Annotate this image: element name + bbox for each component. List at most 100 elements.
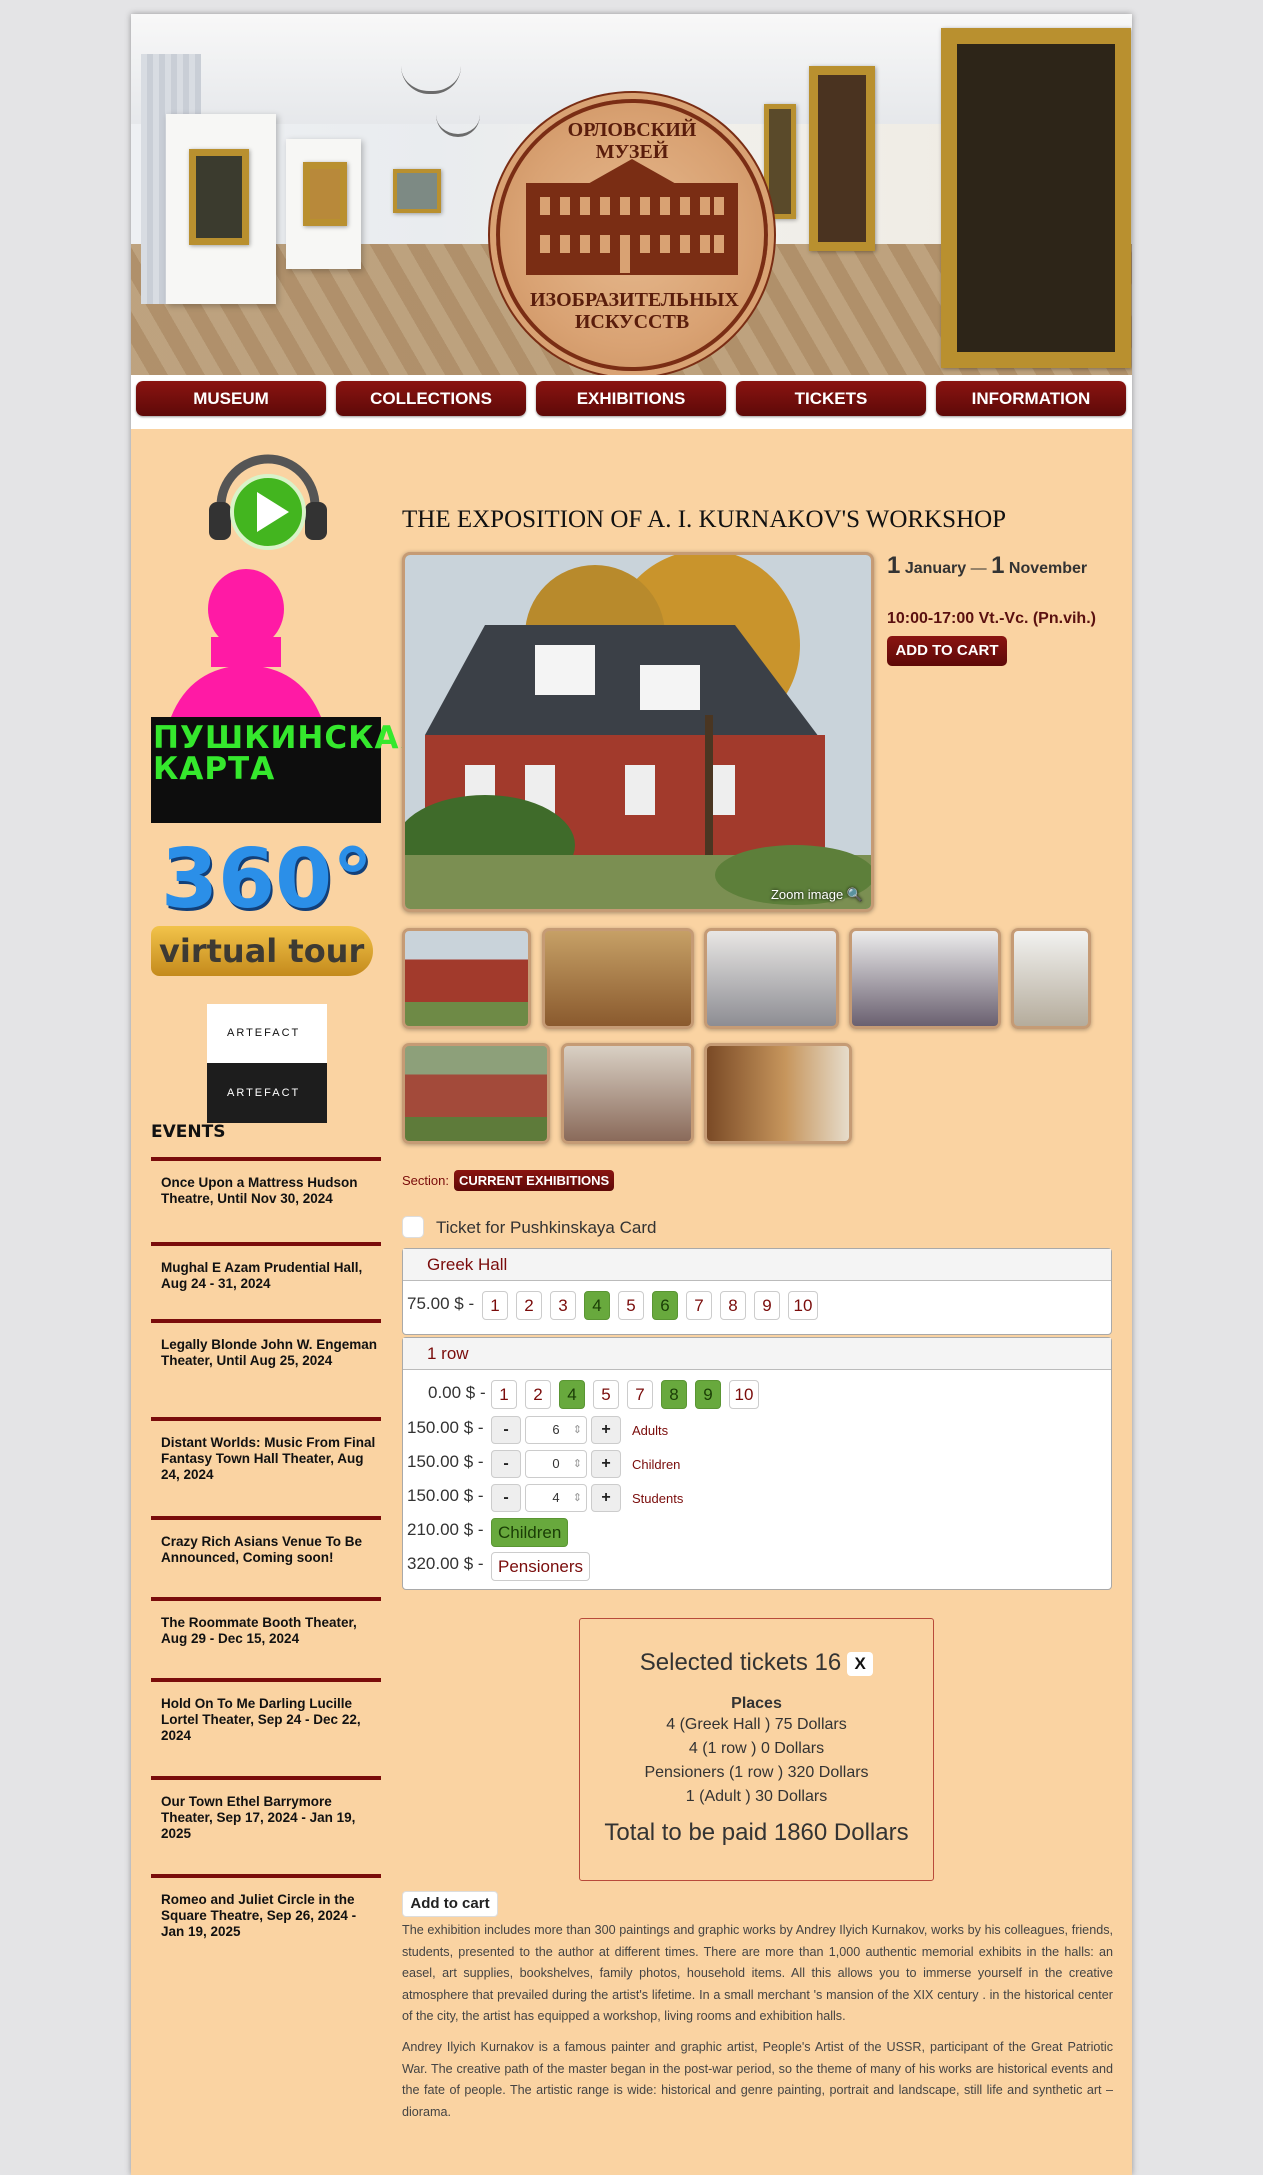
virtual-tour-banner[interactable]: 360° virtual tour (151, 832, 383, 986)
section-label: Section: (402, 1173, 449, 1188)
tour-label: virtual tour (159, 932, 365, 970)
event-text: Crazy Rich Asians Venue To Be Announced,… (161, 1534, 363, 1565)
seat-button[interactable]: 9 (754, 1291, 780, 1320)
pensioners-ticket-button[interactable]: Pensioners (491, 1552, 591, 1581)
logo-building-icon (526, 159, 738, 275)
event-item[interactable]: Legally Blonde John W. Engeman Theater, … (151, 1319, 381, 1369)
summary-places-label: Places (731, 1695, 782, 1712)
thumbnail[interactable] (402, 1043, 550, 1144)
date-separator: — (970, 560, 987, 577)
events-title: EVENTS (151, 1122, 226, 1142)
add-to-cart-bottom-button[interactable]: Add to cart (402, 1891, 498, 1917)
event-text: Hold On To Me Darling Lucille Lortel The… (161, 1696, 361, 1743)
adults-quantity-input[interactable]: 6 (525, 1416, 587, 1444)
event-item[interactable]: Romeo and Juliet Circle in the Square Th… (151, 1874, 381, 1940)
audio-guide-button[interactable] (203, 446, 333, 554)
seat-button[interactable]: 5 (593, 1380, 619, 1409)
artefact-text-1: ARTEFACT (227, 1027, 301, 1039)
summary-close-button[interactable]: X (847, 1651, 874, 1676)
seat-button[interactable]: 1 (491, 1380, 517, 1409)
adults-minus-button[interactable]: - (491, 1416, 521, 1444)
event-item[interactable]: Hold On To Me Darling Lucille Lortel The… (151, 1678, 381, 1744)
event-text: The Roommate Booth Theater, Aug 29 - Dec… (161, 1615, 357, 1646)
artefact-banner[interactable]: ARTEFACT ARTEFACT (207, 1004, 327, 1123)
artefact-text-2: ARTEFACT (227, 1087, 301, 1099)
chandelier-icon (436, 109, 480, 137)
main-image[interactable]: Zoom image 🔍 (402, 552, 874, 912)
summary-line: Pensioners (1 row ) 320 Dollars (644, 1764, 869, 1781)
children-minus-button[interactable]: - (491, 1450, 521, 1478)
seat-button[interactable]: 10 (788, 1291, 818, 1320)
seat-button[interactable]: 8 (720, 1291, 746, 1320)
row1-price: 0.00 $ - (428, 1383, 486, 1402)
description-paragraph: The exhibition includes more than 300 pa… (402, 1923, 1113, 2023)
pushkin-card-banner[interactable]: ПУШКИНСКАЯ КАРТА (151, 567, 425, 823)
exhibition-title: THE EXPOSITION OF A. I. KURNAKOV'S WORKS… (402, 506, 1007, 533)
children-plus-button[interactable]: + (591, 1450, 621, 1478)
thumbnail[interactable] (542, 928, 694, 1029)
children-ticket-button[interactable]: Children (491, 1518, 569, 1547)
summary-line: 4 (1 row ) 0 Dollars (688, 1740, 825, 1757)
seat-button[interactable]: 8 (661, 1380, 687, 1409)
seat-button[interactable]: 4 (559, 1380, 585, 1409)
nav-information[interactable]: INFORMATION (936, 381, 1126, 416)
thumbnail[interactable] (704, 1043, 852, 1144)
students-label: Students (632, 1491, 684, 1506)
row1-panel: 1 row 0.00 $ - 1 2 4 5 7 8 9 10 150.00 $ - - 6 … (402, 1337, 1112, 1590)
event-item[interactable]: Distant Worlds: Music From Final Fantasy… (151, 1417, 381, 1483)
event-text: Our Town Ethel Barrymore Theater, Sep 17… (161, 1794, 356, 1841)
event-item[interactable]: Once Upon a Mattress Hudson Theatre, Unt… (151, 1157, 381, 1207)
tour-360-text: 360° (161, 832, 374, 927)
nav-exhibitions[interactable]: EXHIBITIONS (536, 381, 726, 416)
seat-button[interactable]: 9 (695, 1380, 721, 1409)
seat-button[interactable]: 2 (516, 1291, 542, 1320)
pushkin-ticket-checkbox[interactable] (402, 1216, 424, 1238)
zoom-image-link[interactable]: Zoom image 🔍 (771, 887, 863, 903)
students-minus-button[interactable]: - (491, 1484, 521, 1512)
children-quantity-input[interactable]: 0 (525, 1450, 587, 1478)
thumbnail[interactable] (402, 928, 531, 1029)
thumbnail[interactable] (1011, 928, 1091, 1029)
seat-button[interactable]: 10 (729, 1380, 759, 1409)
magnifier-icon: 🔍 (846, 887, 863, 902)
painting-portrait-tall (809, 66, 875, 251)
event-item[interactable]: The Roommate Booth Theater, Aug 29 - Dec… (151, 1597, 381, 1647)
students-quantity-input[interactable]: 4 (525, 1484, 587, 1512)
children-ticket-price: 210.00 $ - (407, 1520, 484, 1539)
nav-museum[interactable]: MUSEUM (136, 381, 326, 416)
date-month-end: November (1008, 560, 1088, 577)
event-item[interactable]: Mughal E Azam Prudential Hall, Aug 24 - … (151, 1242, 381, 1292)
seat-button[interactable]: 2 (525, 1380, 551, 1409)
event-item[interactable]: Our Town Ethel Barrymore Theater, Sep 17… (151, 1776, 381, 1842)
children-label: Children (632, 1457, 681, 1472)
seat-button[interactable]: 6 (652, 1291, 678, 1320)
header-banner: ОРЛОВСКИЙ МУЗЕЙ ИЗОБРАЗИТЕЛЬНЫХ ИСКУССТВ (131, 14, 1132, 375)
logo-title-top: ОРЛОВСКИЙ МУЗЕЙ (567, 119, 697, 163)
seat-button[interactable]: 5 (618, 1291, 644, 1320)
seat-button[interactable]: 1 (482, 1291, 508, 1320)
nav-collections[interactable]: COLLECTIONS (336, 381, 526, 416)
event-item[interactable]: Crazy Rich Asians Venue To Be Announced,… (151, 1516, 381, 1566)
thumbnail[interactable] (704, 928, 839, 1029)
painting-small (764, 104, 796, 219)
add-to-cart-button[interactable]: ADD TO CART (887, 636, 1007, 666)
seat-button[interactable]: 3 (550, 1291, 576, 1320)
thumbnail[interactable] (561, 1043, 694, 1144)
seat-button[interactable]: 7 (686, 1291, 712, 1320)
children-price: 150.00 $ - (407, 1452, 484, 1471)
row1-title: 1 row (403, 1338, 1111, 1370)
thumbnail[interactable] (849, 928, 1001, 1029)
summary-line: 4 (Greek Hall ) 75 Dollars (666, 1716, 847, 1733)
adults-plus-button[interactable]: + (591, 1416, 621, 1444)
event-text: Once Upon a Mattress Hudson Theatre, Unt… (161, 1175, 358, 1206)
seat-button[interactable]: 4 (584, 1291, 610, 1320)
section-current-exhibitions[interactable]: CURRENT EXHIBITIONS (454, 1170, 615, 1191)
zoom-label: Zoom image (770, 887, 844, 902)
pushkin-card-text: ПУШКИНСКАЯ КАРТА (153, 720, 425, 787)
description-paragraph: Andrey Ilyich Kurnakov is a famous paint… (402, 2040, 1113, 2119)
nav-tickets[interactable]: TICKETS (736, 381, 926, 416)
students-plus-button[interactable]: + (591, 1484, 621, 1512)
painting-flowers (189, 149, 249, 245)
exhibition-dates: 1 January — 1 November (887, 552, 1087, 580)
seat-button[interactable]: 7 (627, 1380, 653, 1409)
